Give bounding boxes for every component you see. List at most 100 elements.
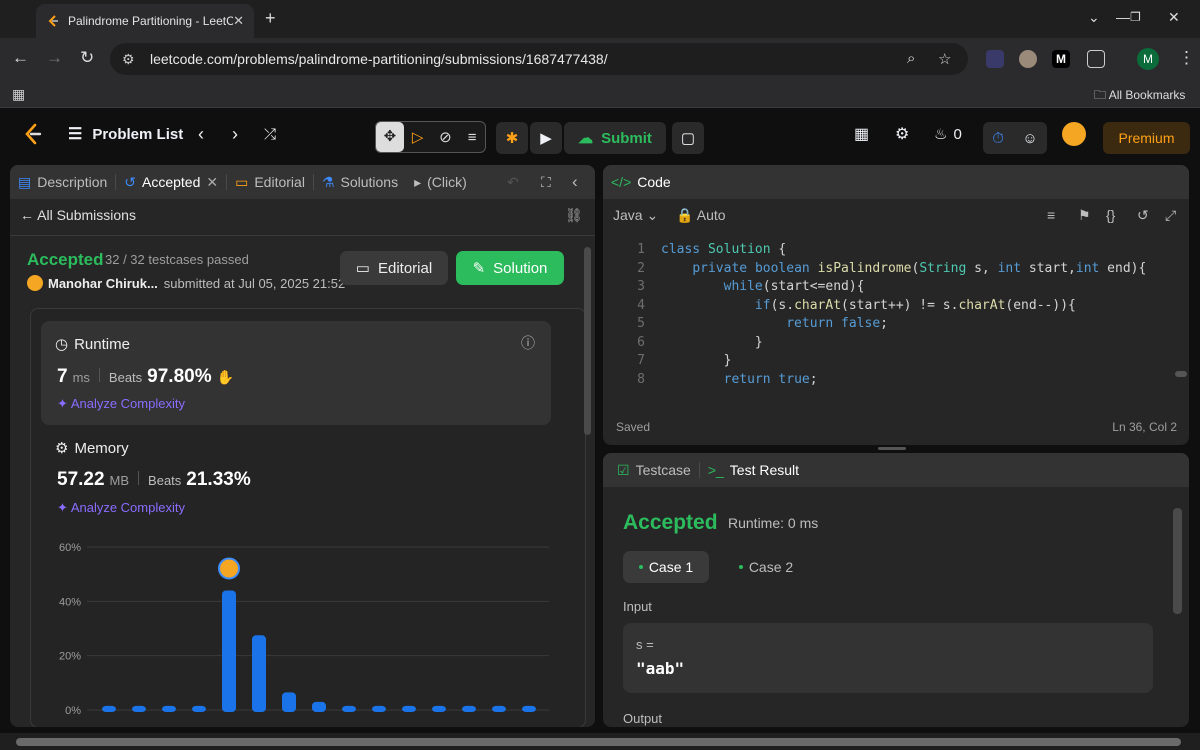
- expand-icon[interactable]: ⤢: [1165, 207, 1176, 224]
- url-field[interactable]: ⚙ leetcode.com/problems/palindrome-parti…: [110, 43, 968, 75]
- close-tab-icon[interactable]: ✕: [206, 174, 218, 191]
- analyze-complexity-memory[interactable]: ✦ Analyze Complexity: [57, 500, 185, 516]
- distribution-bar[interactable]: [132, 705, 146, 712]
- distribution-bar[interactable]: [522, 705, 536, 712]
- shuffle-icon[interactable]: ⤮: [264, 108, 276, 160]
- distribution-bar[interactable]: [342, 705, 356, 712]
- distribution-bar[interactable]: [192, 705, 206, 712]
- tab-click[interactable]: ▸ (Click): [406, 174, 475, 191]
- page-hscroll-thumb[interactable]: [16, 738, 1181, 746]
- analyze-complexity-runtime[interactable]: ✦ Analyze Complexity: [57, 396, 185, 412]
- tab-test-result[interactable]: >_ Test Result: [700, 462, 807, 478]
- apps-grid-icon[interactable]: ▦: [12, 86, 25, 103]
- tab-search-icon[interactable]: ⌄: [1088, 9, 1100, 26]
- timer-icon[interactable]: ⏱: [992, 130, 1004, 147]
- book-icon: ▭: [355, 260, 370, 277]
- page-hscrollbar[interactable]: [0, 733, 1200, 750]
- divider: [98, 368, 100, 382]
- distribution-bar[interactable]: [162, 705, 176, 712]
- distribution-bar[interactable]: [252, 635, 266, 712]
- bookmark-icon[interactable]: ⚑: [1078, 207, 1091, 224]
- next-problem-icon[interactable]: ›: [232, 108, 238, 160]
- reset-icon[interactable]: ↺: [1137, 207, 1149, 224]
- tab-accepted[interactable]: ↺ Accepted ✕: [116, 174, 226, 191]
- distribution-bar[interactable]: [222, 590, 236, 712]
- drag-move-icon[interactable]: ✥: [376, 122, 404, 152]
- collapse-left-icon[interactable]: ‹: [572, 172, 578, 192]
- all-bookmarks-button[interactable]: 🗀 All Bookmarks: [1094, 86, 1185, 107]
- medium-extension-icon[interactable]: M: [1052, 50, 1070, 68]
- language-select[interactable]: Java ⌄: [613, 207, 658, 224]
- settings-sliders-icon[interactable]: ≡: [459, 129, 485, 146]
- code-editor[interactable]: 1 class Solution {2 private boolean isPal…: [603, 241, 1189, 399]
- bookmark-star-icon[interactable]: ☆: [938, 50, 951, 68]
- distribution-bar[interactable]: [372, 705, 386, 712]
- editorial-button[interactable]: ▭ Editorial: [340, 251, 448, 285]
- case-1-tab[interactable]: Case 1: [623, 551, 709, 583]
- window-close-icon[interactable]: ✕: [1168, 9, 1180, 26]
- new-tab-icon[interactable]: +: [265, 8, 276, 29]
- runtime-card[interactable]: ◷ Runtime ⓘ 7 ms Beats 97.80% ✋ ✦ Analyze…: [41, 321, 551, 425]
- problem-list-link[interactable]: ☰ Problem List: [68, 108, 183, 160]
- distribution-chart: 60% 40% 20% 0%: [59, 542, 549, 717]
- notes-icon[interactable]: ▢: [672, 122, 704, 154]
- author-name[interactable]: Manohar Chiruk...: [48, 276, 158, 291]
- runtime-value: 7: [57, 366, 68, 387]
- resize-handle[interactable]: [878, 447, 906, 450]
- forward-icon[interactable]: →: [46, 48, 63, 68]
- submit-button[interactable]: ☁ Submit: [564, 122, 666, 154]
- submission-status: Accepted: [27, 250, 104, 269]
- streak-counter[interactable]: ♨ 0: [934, 108, 962, 160]
- debug-icon[interactable]: ✱: [496, 122, 528, 154]
- settings-gear-icon[interactable]: ⚙: [895, 108, 909, 160]
- tab-editorial[interactable]: ▭ Editorial: [227, 174, 313, 191]
- tab-solutions[interactable]: ⚗ Solutions: [314, 174, 406, 191]
- runtime-values: 7 ms Beats 97.80% ✋: [57, 366, 234, 388]
- user-avatar[interactable]: [1062, 122, 1086, 146]
- layout-grid-icon[interactable]: ▦: [854, 108, 869, 160]
- run-button[interactable]: ▶: [530, 122, 562, 154]
- distribution-bar[interactable]: [492, 705, 506, 712]
- format-lines-icon[interactable]: ≡: [1047, 207, 1055, 223]
- extension-icon[interactable]: [1019, 50, 1037, 68]
- prev-problem-icon[interactable]: ‹: [198, 108, 204, 160]
- zoom-icon[interactable]: ⌕: [907, 50, 915, 67]
- info-icon[interactable]: ⓘ: [521, 333, 535, 353]
- add-friend-icon[interactable]: ☺: [1022, 130, 1037, 147]
- back-icon[interactable]: ←: [12, 48, 29, 68]
- browser-tab[interactable]: Palindrome Partitioning - LeetC ✕: [36, 4, 254, 38]
- site-info-icon[interactable]: ⚙: [122, 51, 135, 68]
- leetcode-logo[interactable]: [22, 108, 44, 160]
- tab-testcase[interactable]: ☑ Testcase: [603, 462, 699, 479]
- tab-description[interactable]: ▤ Description: [10, 174, 115, 191]
- distribution-bar[interactable]: [462, 705, 476, 712]
- braces-icon[interactable]: {}: [1106, 207, 1115, 223]
- premium-button[interactable]: Premium: [1103, 122, 1190, 154]
- extension-icon[interactable]: [986, 50, 1004, 68]
- distribution-bar[interactable]: [402, 705, 416, 712]
- auto-mode[interactable]: 🔒 Auto: [676, 207, 725, 224]
- distribution-bar[interactable]: [312, 701, 326, 712]
- test-scrollbar[interactable]: [1173, 508, 1182, 614]
- all-submissions-link[interactable]: ← All Submissions: [20, 207, 136, 223]
- solution-button[interactable]: ✎ Solution: [456, 251, 564, 285]
- hide-eye-icon[interactable]: ⊘: [432, 128, 460, 146]
- minimize-icon[interactable]: —: [1116, 9, 1130, 25]
- distribution-bar[interactable]: [282, 692, 296, 712]
- code-hscroll[interactable]: [1175, 371, 1187, 377]
- maximize-icon[interactable]: ⛶: [541, 174, 551, 191]
- extensions-puzzle-icon[interactable]: [1087, 50, 1105, 68]
- undo-icon[interactable]: ↶: [507, 174, 519, 191]
- play-outline-icon[interactable]: ▷: [404, 128, 432, 146]
- case-2-tab[interactable]: Case 2: [723, 551, 809, 583]
- reload-icon[interactable]: ↻: [80, 48, 94, 68]
- distribution-bar[interactable]: [432, 705, 446, 712]
- profile-avatar[interactable]: M: [1137, 48, 1159, 70]
- left-scrollbar[interactable]: [584, 247, 591, 435]
- restore-icon[interactable]: ❐: [1130, 10, 1141, 24]
- distribution-bar[interactable]: [102, 705, 116, 712]
- close-tab-icon[interactable]: ✕: [233, 13, 244, 29]
- browser-menu-icon[interactable]: ⋮: [1178, 48, 1195, 68]
- test-panel-tabs: ☑ Testcase >_ Test Result: [603, 453, 1189, 487]
- share-link-icon[interactable]: ⛓: [565, 207, 583, 224]
